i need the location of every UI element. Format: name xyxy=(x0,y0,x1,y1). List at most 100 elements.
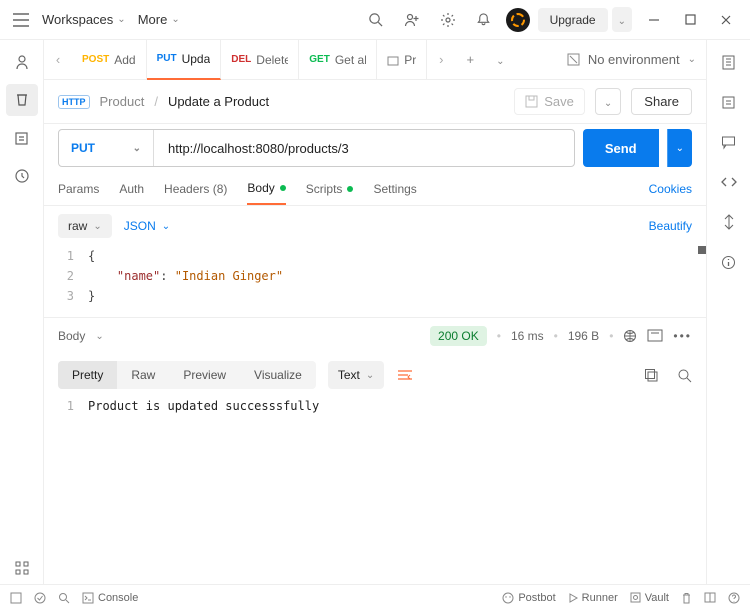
save-response-icon[interactable] xyxy=(647,329,663,343)
json-select[interactable]: JSON⌄ xyxy=(124,219,170,233)
more-options-icon[interactable]: ••• xyxy=(673,329,692,343)
cookies-link[interactable]: Cookies xyxy=(649,182,692,196)
rail-info-icon[interactable] xyxy=(713,246,745,278)
tabs-scroll-right[interactable]: › xyxy=(427,52,455,67)
breadcrumb-row: HTTP Product / Update a Product Save ⌄ S… xyxy=(44,80,706,124)
view-preview[interactable]: Preview xyxy=(169,361,240,389)
footer-postbot[interactable]: Postbot xyxy=(502,592,555,604)
response-size: 196 B xyxy=(568,329,599,343)
footer-help-icon[interactable] xyxy=(728,592,740,604)
notifications-icon[interactable] xyxy=(470,6,498,34)
raw-select[interactable]: raw⌄ xyxy=(58,214,112,238)
req-tab-headers[interactable]: Headers (8) xyxy=(164,172,227,205)
rail-history-icon[interactable] xyxy=(6,160,38,192)
right-rail xyxy=(706,40,750,584)
save-options-button[interactable]: ⌄ xyxy=(595,88,621,115)
workspaces-label: Workspaces xyxy=(42,12,113,27)
upgrade-caret[interactable]: ⌄ xyxy=(612,7,632,32)
breadcrumb-request: Update a Product xyxy=(168,94,269,109)
tabs-scroll-left[interactable]: ‹ xyxy=(44,52,72,67)
view-visualize[interactable]: Visualize xyxy=(240,361,316,389)
copy-response-icon[interactable] xyxy=(644,368,659,383)
rail-code-icon[interactable] xyxy=(713,166,745,198)
footer-runner[interactable]: Runner xyxy=(568,592,618,604)
search-response-icon[interactable] xyxy=(677,368,692,383)
footer-sync-icon[interactable] xyxy=(10,592,22,604)
tab-put-update[interactable]: PUTUpda xyxy=(147,40,222,80)
url-input[interactable]: http://localhost:8080/products/3 xyxy=(154,130,574,166)
vault-icon xyxy=(630,592,641,603)
response-status: 200 OK xyxy=(430,326,487,346)
menu-icon[interactable] xyxy=(10,9,32,31)
method-select[interactable]: PUT ⌄ xyxy=(59,130,154,166)
user-avatar[interactable] xyxy=(506,8,530,32)
rail-comments-icon[interactable] xyxy=(713,126,745,158)
send-button[interactable]: Send xyxy=(583,129,659,167)
upgrade-button[interactable]: Upgrade xyxy=(538,8,608,32)
chevron-down-icon[interactable]: ⌄ xyxy=(95,331,103,342)
rail-collections-icon[interactable] xyxy=(6,84,38,116)
tab-post-add[interactable]: POSTAdd xyxy=(72,40,147,80)
settings-icon[interactable] xyxy=(434,6,462,34)
body-format-row: raw⌄ JSON⌄ Beautify xyxy=(44,206,706,246)
footer-layout-icon[interactable] xyxy=(704,592,716,603)
runner-icon xyxy=(568,593,578,603)
rail-environments-icon[interactable] xyxy=(6,122,38,154)
window-minimize-button[interactable] xyxy=(640,6,668,34)
environment-selector[interactable]: No environment ⌄ xyxy=(557,52,706,67)
modified-dot-icon xyxy=(347,186,353,192)
req-tab-auth[interactable]: Auth xyxy=(119,172,144,205)
left-rail xyxy=(0,40,44,584)
network-icon[interactable] xyxy=(623,329,637,343)
tab-del-delete[interactable]: DELDelete xyxy=(221,40,299,80)
beautify-link[interactable]: Beautify xyxy=(649,219,692,233)
invite-icon[interactable] xyxy=(398,6,426,34)
footer-vault[interactable]: Vault xyxy=(630,592,669,604)
footer-trash-icon[interactable] xyxy=(681,592,692,604)
request-subtabs: Params Auth Headers (8) Body Scripts Set… xyxy=(44,172,706,206)
footer-console[interactable]: Console xyxy=(82,592,138,604)
footer-online-icon[interactable] xyxy=(34,592,46,604)
breadcrumb-collection[interactable]: Product xyxy=(100,94,145,109)
window-maximize-button[interactable] xyxy=(676,6,704,34)
view-pretty[interactable]: Pretty xyxy=(58,361,117,389)
footer-find-icon[interactable] xyxy=(58,592,70,604)
chevron-down-icon: ⌄ xyxy=(133,143,141,154)
response-body[interactable]: 1Product is updated successsfully xyxy=(44,396,706,416)
send-options-button[interactable]: ⌄ xyxy=(667,129,692,167)
folder-icon xyxy=(387,54,399,66)
rail-apps-icon[interactable] xyxy=(6,552,38,584)
req-tab-params[interactable]: Params xyxy=(58,172,99,205)
tab-get-getall[interactable]: GETGet al xyxy=(299,40,377,80)
response-view-tabs: Pretty Raw Preview Visualize Text⌄ xyxy=(44,354,706,396)
more-dropdown[interactable]: More ⌄ xyxy=(136,8,182,31)
response-format-select[interactable]: Text⌄ xyxy=(328,361,384,389)
workspaces-dropdown[interactable]: Workspaces ⌄ xyxy=(40,8,128,31)
status-bar: Console Postbot Runner Vault xyxy=(0,584,750,610)
req-tab-scripts[interactable]: Scripts xyxy=(306,172,354,205)
req-tab-body[interactable]: Body xyxy=(247,172,285,205)
wrap-lines-icon[interactable] xyxy=(396,368,414,382)
response-time: 16 ms xyxy=(511,329,544,343)
response-body-label[interactable]: Body xyxy=(58,329,85,343)
rail-documentation-icon[interactable] xyxy=(713,86,745,118)
chevron-down-icon: ⌄ xyxy=(171,14,179,25)
tab-options-button[interactable]: ⌄ xyxy=(485,52,515,67)
chevron-down-icon: ⌄ xyxy=(117,14,125,25)
tab-collection-product[interactable]: Pr xyxy=(377,40,427,80)
request-body-editor[interactable]: 1{ 2 "name": "Indian Ginger" 3} xyxy=(44,246,706,318)
window-close-button[interactable] xyxy=(712,6,740,34)
new-tab-button[interactable]: + xyxy=(455,52,485,67)
rail-workspace-icon[interactable] xyxy=(6,46,38,78)
no-env-icon xyxy=(567,53,580,66)
req-tab-settings[interactable]: Settings xyxy=(373,172,416,205)
save-button[interactable]: Save xyxy=(514,88,585,115)
minimap xyxy=(698,246,706,254)
view-raw[interactable]: Raw xyxy=(117,361,169,389)
http-badge: HTTP xyxy=(58,95,90,109)
share-button[interactable]: Share xyxy=(631,88,692,115)
rail-related-icon[interactable] xyxy=(713,206,745,238)
rail-request-details-icon[interactable] xyxy=(713,46,745,78)
search-icon[interactable] xyxy=(362,6,390,34)
save-icon xyxy=(525,95,538,108)
